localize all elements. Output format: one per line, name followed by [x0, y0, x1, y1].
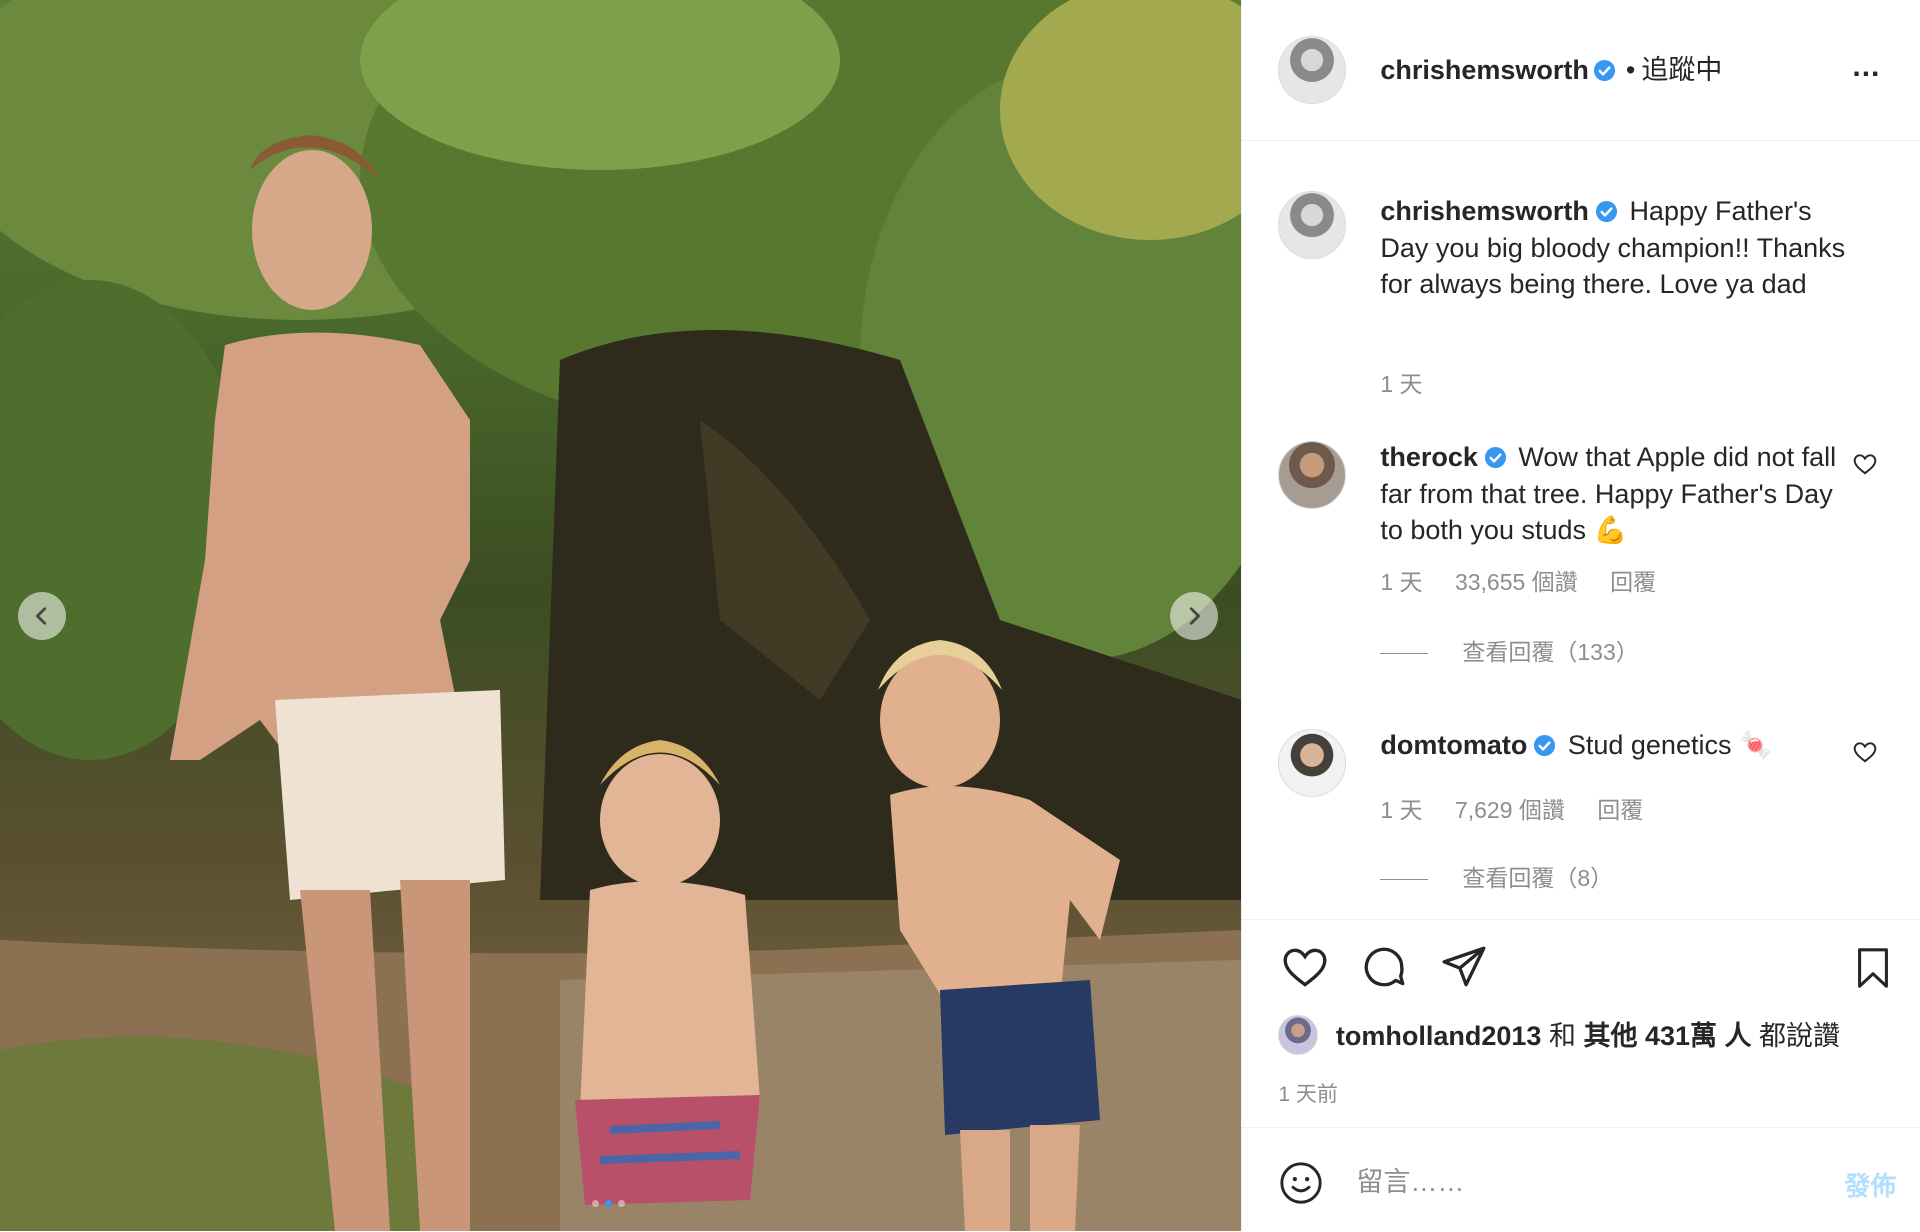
comment-like-button[interactable] [1852, 739, 1878, 770]
comment-time: 1 天 [1380, 797, 1423, 823]
paper-plane-icon [1442, 946, 1486, 987]
more-options-icon[interactable]: ... [1852, 50, 1880, 84]
commenter-username[interactable]: domtomato [1380, 730, 1527, 760]
caption-meta: 1 天 [1380, 365, 1448, 399]
comment-text: Stud genetics 🍬 [1567, 730, 1773, 760]
emoji-button[interactable] [1278, 1160, 1324, 1211]
instagram-post: chrishemsworth • 追蹤中 ... chrishemsworth Ha… [0, 0, 1920, 1231]
view-replies-button[interactable]: 查看回覆（8） [1380, 859, 1613, 893]
liker-username[interactable]: tomholland2013 [1336, 1021, 1542, 1051]
replies-divider [1380, 879, 1429, 881]
action-bar [1242, 919, 1920, 1000]
comment-time: 1 天 [1380, 569, 1423, 595]
post-side-panel: chrishemsworth • 追蹤中 ... chrishemsworth Ha… [1241, 0, 1920, 1231]
comment-like-count[interactable]: 7,629 個讚 [1455, 797, 1565, 823]
share-button[interactable] [1438, 942, 1490, 997]
view-replies-label: 查看回覆（8） [1462, 865, 1614, 891]
header-title: chrishemsworth • 追蹤中 [1380, 48, 1722, 87]
comment-button[interactable] [1358, 942, 1410, 997]
comment-text-block: therock Wow that Apple did not fall far … [1380, 439, 1860, 549]
bookmark-icon [1858, 948, 1889, 988]
comment-meta: 1 天 7,629 個讚 回覆 [1380, 791, 1669, 825]
reply-button[interactable]: 回覆 [1597, 797, 1643, 823]
liked-by-suffix: 都說讚 [1759, 1021, 1841, 1051]
post-header: chrishemsworth • 追蹤中 ... [1242, 0, 1920, 141]
separator-dot: • [1625, 55, 1636, 85]
following-status-button[interactable]: 追蹤中 [1641, 55, 1722, 85]
comment-like-button[interactable] [1852, 451, 1878, 482]
caption-username[interactable]: chrishemsworth [1380, 196, 1589, 226]
liked-by-connector: 和 [1548, 1021, 1576, 1051]
author-username[interactable]: chrishemsworth [1380, 55, 1589, 85]
commenter-avatar[interactable] [1278, 729, 1347, 797]
chevron-left-icon [36, 607, 47, 625]
comment-text-block: domtomato Stud genetics 🍬 [1380, 727, 1860, 764]
caption-time: 1 天 [1380, 371, 1423, 397]
liker-avatar[interactable] [1278, 1015, 1319, 1055]
comment-like-count[interactable]: 33,655 個讚 [1455, 569, 1578, 595]
post-timestamp[interactable]: 1 天前 [1278, 1078, 1338, 1108]
heart-icon [1854, 454, 1877, 475]
next-photo-button[interactable] [1170, 592, 1218, 640]
verified-badge-icon [1533, 734, 1556, 757]
heart-icon [1854, 742, 1877, 763]
liked-by-summary: tomholland2013 和 其他 431萬 人 都說讚 [1278, 1014, 1840, 1055]
post-photo[interactable] [0, 0, 1242, 1231]
commenter-username[interactable]: therock [1380, 442, 1478, 472]
photo-illustration [0, 0, 1242, 1231]
author-avatar[interactable] [1278, 36, 1347, 104]
comments-list: chrishemsworth Happy Father's Day you bi… [1242, 141, 1920, 919]
replies-divider [1380, 653, 1429, 655]
carousel-dot [618, 1200, 625, 1207]
caption-avatar[interactable] [1278, 191, 1347, 259]
add-comment-bar: 發佈 [1242, 1127, 1920, 1232]
verified-badge-icon [1595, 200, 1618, 223]
carousel-dot-active [605, 1200, 612, 1207]
carousel-indicator [592, 1200, 625, 1207]
caption-text-block: chrishemsworth Happy Father's Day you bi… [1380, 193, 1860, 303]
verified-badge-icon [1484, 446, 1507, 469]
post-comment-button[interactable]: 發佈 [1844, 1166, 1896, 1203]
previous-photo-button[interactable] [18, 592, 66, 640]
chevron-right-icon [1189, 607, 1200, 625]
comment-meta: 1 天 33,655 個讚 回覆 [1380, 563, 1682, 597]
verified-badge-icon [1593, 59, 1616, 82]
commenter-avatar[interactable] [1278, 441, 1347, 509]
reply-button[interactable]: 回覆 [1610, 569, 1656, 595]
heart-icon [1283, 948, 1327, 987]
view-replies-button[interactable]: 查看回覆（133） [1380, 633, 1639, 667]
comment-icon [1364, 947, 1405, 987]
carousel-dot [592, 1200, 599, 1207]
view-replies-label: 查看回覆（133） [1462, 639, 1639, 665]
smiley-icon [1280, 1162, 1322, 1204]
others-liked-count[interactable]: 其他 431萬 人 [1583, 1021, 1751, 1051]
save-button[interactable] [1850, 942, 1896, 999]
like-button[interactable] [1278, 942, 1332, 997]
comment-input[interactable] [1354, 1156, 1819, 1208]
